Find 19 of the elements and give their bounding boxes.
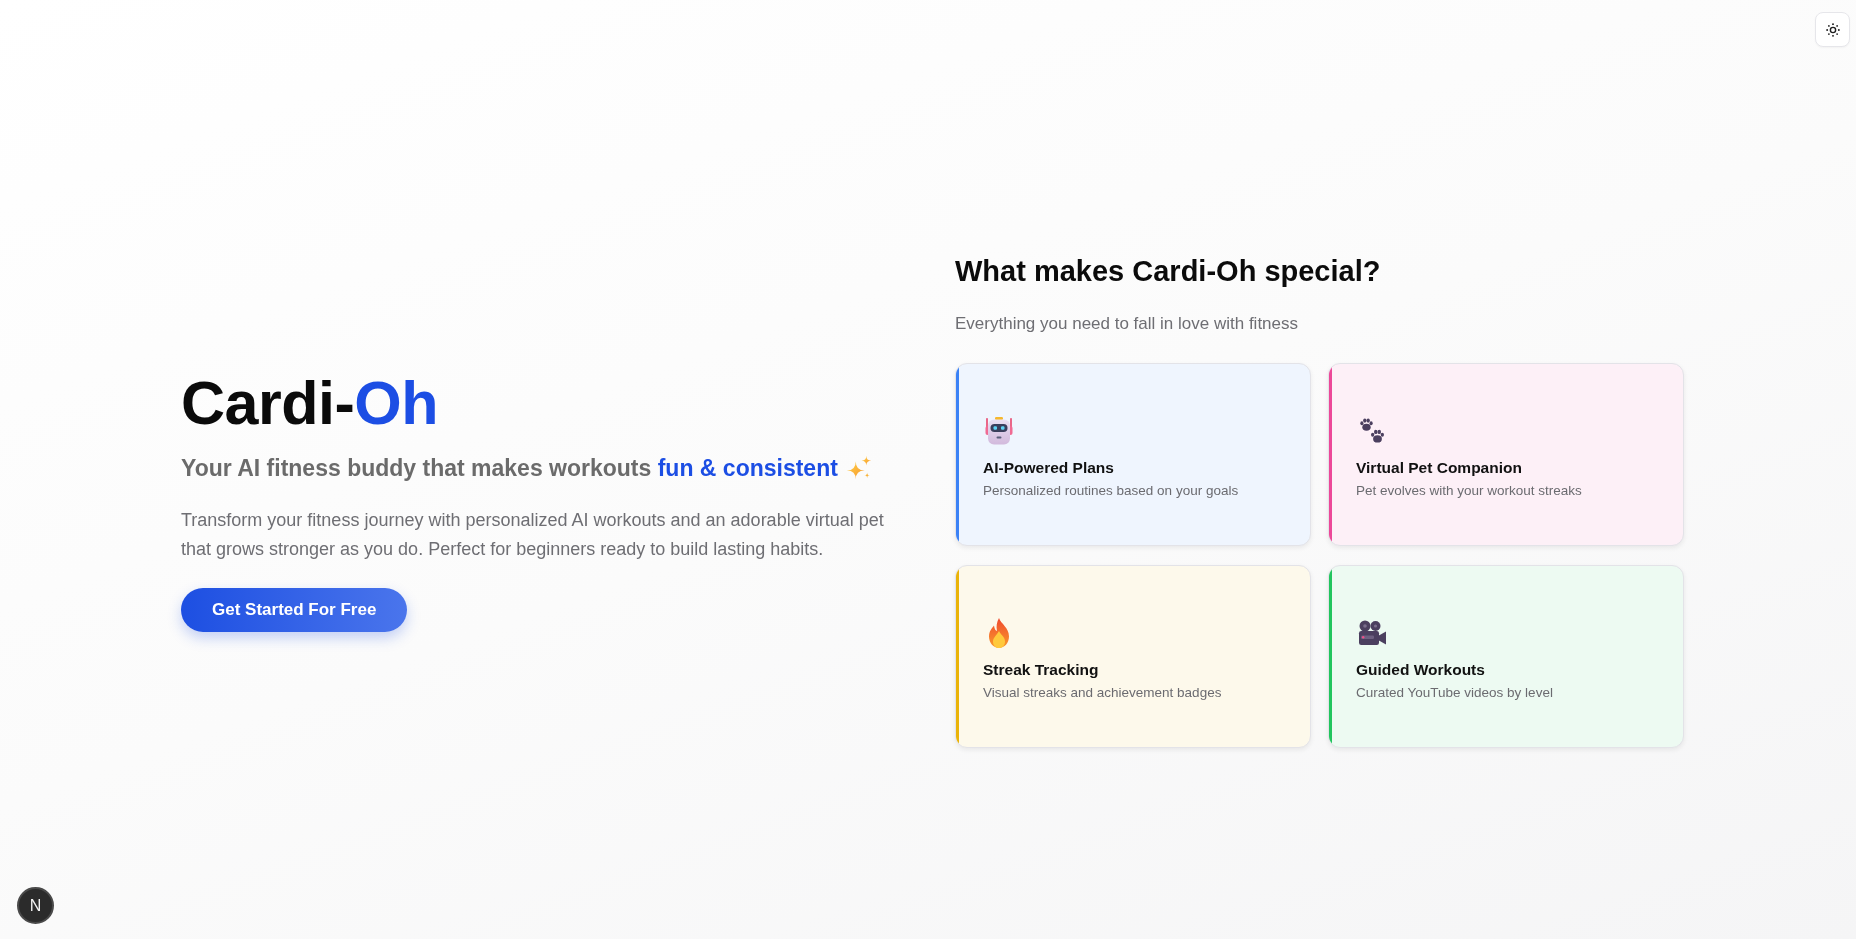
features-heading: What makes Cardi-Oh special? bbox=[955, 253, 1382, 289]
robot-icon bbox=[983, 414, 1015, 447]
feature-title: Guided Workouts bbox=[1356, 660, 1486, 680]
sparkles-icon bbox=[845, 454, 872, 481]
feature-title: AI-Powered Plans bbox=[983, 458, 1115, 478]
feature-description: Pet evolves with your workout streaks bbox=[1356, 481, 1582, 500]
feature-title: Streak Tracking bbox=[983, 660, 1100, 680]
get-started-button[interactable]: Get Started For Free bbox=[181, 588, 408, 632]
dev-tools-button[interactable]: N bbox=[17, 887, 54, 924]
feature-description: Curated YouTube videos by level bbox=[1356, 683, 1553, 702]
hero-title: Cardi-Oh bbox=[181, 369, 438, 438]
tagline: Your AI fitness buddy that makes workouts fun & consistent bbox=[181, 453, 838, 483]
theme-toggle-button[interactable] bbox=[1815, 12, 1850, 47]
feature-description: Visual streaks and achievement badges bbox=[983, 683, 1222, 702]
hero-description: Transform your fitness journey with personalized AI workouts and an adorable virtual pet that grows stronger as you do. Perfect for beginners ready to build lasting habits. bbox=[181, 508, 885, 561]
feature-description: Personalized routines based on your goals bbox=[983, 481, 1239, 500]
features-subheading: Everything you need to fall in love with fitness bbox=[955, 312, 1300, 335]
feature-title: Virtual Pet Companion bbox=[1356, 458, 1523, 478]
sun-icon bbox=[1825, 22, 1840, 37]
